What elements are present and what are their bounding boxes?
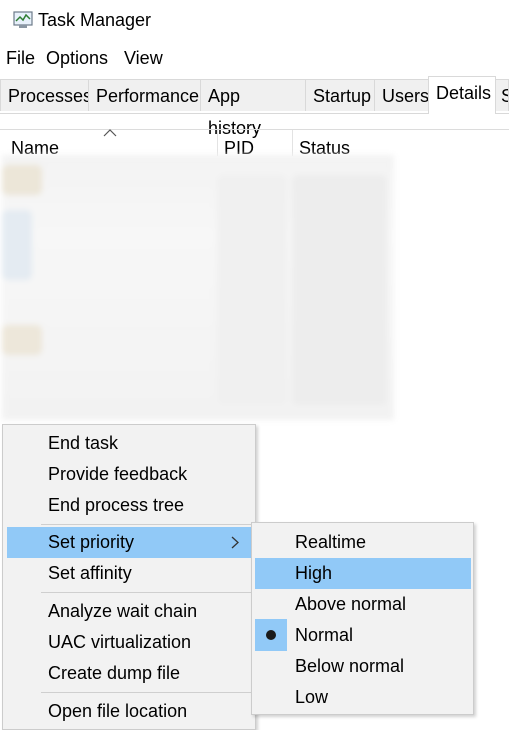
priority-high[interactable]: High xyxy=(255,558,471,589)
tab-app-history[interactable]: App history xyxy=(200,79,306,138)
tab-users[interactable]: Users xyxy=(374,79,429,111)
menu-item-label: Set priority xyxy=(48,532,135,552)
column-separator[interactable] xyxy=(217,130,218,156)
priority-realtime[interactable]: Realtime xyxy=(255,527,471,558)
title-bar: Task Manager xyxy=(0,0,509,42)
menu-item-create-dump-file[interactable]: Create dump file xyxy=(7,658,251,689)
priority-submenu: Realtime High Above normal Normal Below … xyxy=(251,522,474,715)
context-menu: End task Provide feedback End process tr… xyxy=(2,424,256,730)
menu-separator xyxy=(41,524,251,525)
menu-item-uac-virtualization[interactable]: UAC virtualization xyxy=(7,627,251,658)
menu-options[interactable]: Options xyxy=(46,48,108,69)
chevron-right-icon xyxy=(231,536,239,549)
menu-separator xyxy=(41,692,251,693)
menu-view[interactable]: View xyxy=(124,48,163,69)
process-list-blurred xyxy=(2,155,394,420)
menu-separator xyxy=(41,592,251,593)
column-separator[interactable] xyxy=(292,130,293,156)
task-manager-icon xyxy=(13,11,33,28)
tab-services[interactable]: S xyxy=(495,79,509,111)
sort-ascending-icon xyxy=(103,129,117,137)
menu-item-analyze-wait-chain[interactable]: Analyze wait chain xyxy=(7,596,251,627)
window-title: Task Manager xyxy=(38,10,152,30)
menu-file[interactable]: File xyxy=(6,48,35,69)
menu-item-open-file-location[interactable]: Open file location xyxy=(7,696,251,727)
menu-item-end-task[interactable]: End task xyxy=(7,428,251,459)
tab-details[interactable]: Details xyxy=(428,76,496,114)
priority-low[interactable]: Low xyxy=(255,682,471,713)
priority-below-normal[interactable]: Below normal xyxy=(255,651,471,682)
tab-strip: Processes Performance App history Startu… xyxy=(0,76,509,138)
tab-processes[interactable]: Processes xyxy=(0,79,92,111)
menu-item-provide-feedback[interactable]: Provide feedback xyxy=(7,459,251,490)
menu-item-end-process-tree[interactable]: End process tree xyxy=(7,490,251,521)
header-divider xyxy=(0,129,509,130)
tab-performance[interactable]: Performance xyxy=(88,79,201,111)
priority-above-normal[interactable]: Above normal xyxy=(255,589,471,620)
tab-startup[interactable]: Startup xyxy=(305,79,375,111)
menu-item-set-affinity[interactable]: Set affinity xyxy=(7,558,251,589)
menu-item-set-priority[interactable]: Set priority xyxy=(7,527,251,558)
priority-normal[interactable]: Normal xyxy=(255,620,471,651)
